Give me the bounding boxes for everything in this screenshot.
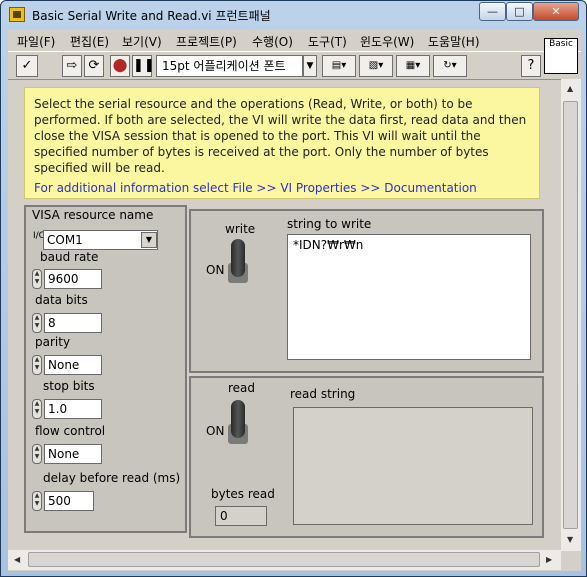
- bytes-read-indicator: 0: [215, 506, 267, 526]
- menu-operate[interactable]: 수행(O): [252, 33, 293, 50]
- menu-bar: 파일(F) 편집(E) 보기(V) 프로젝트(P) 수행(O) 도구(T) 윈도…: [8, 29, 581, 51]
- stop-bits-select[interactable]: 1.0: [44, 399, 102, 419]
- title-bar: Basic Serial Write and Read.vi 프런트패널 — □…: [1, 1, 586, 28]
- horizontal-scrollbar[interactable]: ◀ ▶: [8, 550, 561, 570]
- pause-icon[interactable]: ❚❚: [132, 55, 155, 77]
- data-bits-input[interactable]: 8: [44, 313, 102, 333]
- scroll-up-icon[interactable]: ▲: [567, 84, 573, 93]
- string-to-write-input[interactable]: *IDN?₩r₩n: [287, 234, 531, 360]
- vertical-scroll-thumb[interactable]: [563, 101, 578, 529]
- close-button[interactable]: ✕: [533, 2, 579, 21]
- align-objects-icon[interactable]: ▤▾: [322, 55, 356, 77]
- context-help-button[interactable]: ?: [521, 55, 541, 77]
- font-selector[interactable]: 15pt 어플리케이션 폰트: [156, 55, 303, 77]
- run-continuously-icon[interactable]: ⟳: [84, 55, 104, 77]
- menu-edit[interactable]: 편집(E): [70, 33, 109, 50]
- parity-label: parity: [35, 335, 71, 349]
- baud-rate-label: baud rate: [40, 250, 99, 264]
- menu-project[interactable]: 프로젝트(P): [176, 33, 237, 50]
- distribute-objects-icon[interactable]: ▧▾: [359, 55, 393, 77]
- front-panel: Select the serial resource and the opera…: [8, 79, 561, 551]
- write-cluster: write ON string to write *IDN?₩r₩n: [189, 209, 544, 373]
- scroll-right-icon[interactable]: ▶: [546, 555, 552, 564]
- reorder-icon[interactable]: ↻▾: [433, 55, 467, 77]
- scroll-left-icon[interactable]: ◀: [14, 555, 20, 564]
- menu-view[interactable]: 보기(V): [122, 33, 162, 50]
- read-label: read: [228, 381, 256, 395]
- run-arrow-icon[interactable]: ⇨: [62, 55, 82, 77]
- data-bits-label: data bits: [35, 293, 88, 307]
- client-area: 파일(F) 편집(E) 보기(V) 프로젝트(P) 수행(O) 도구(T) 윈도…: [8, 29, 581, 571]
- menu-window[interactable]: 윈도우(W): [360, 33, 414, 50]
- edit-mode-check-icon[interactable]: ✓: [16, 55, 38, 77]
- vi-icon: Basic: [544, 38, 578, 74]
- baud-rate-spinner-icon[interactable]: ▲ ▼: [32, 269, 42, 289]
- visa-resource-label: VISA resource name: [32, 208, 154, 222]
- scroll-down-icon[interactable]: ▼: [567, 535, 573, 544]
- documentation-link[interactable]: For additional information select File >…: [34, 181, 477, 195]
- stop-bits-label: stop bits: [43, 379, 95, 393]
- data-bits-spinner-icon[interactable]: ▲ ▼: [32, 313, 42, 333]
- minimize-button[interactable]: —: [479, 2, 506, 21]
- resize-objects-icon[interactable]: ▦▾: [396, 55, 430, 77]
- write-toggle-switch[interactable]: [231, 239, 245, 277]
- vertical-scrollbar[interactable]: ▲ ▼: [561, 79, 581, 551]
- window: Basic Serial Write and Read.vi 프런트패널 — □…: [0, 0, 587, 577]
- window-title: Basic Serial Write and Read.vi 프런트패널: [32, 9, 271, 23]
- menu-tools[interactable]: 도구(T): [308, 33, 347, 50]
- serial-settings-cluster: VISA resource name I/O COM1 ▼ baud rate …: [24, 205, 187, 533]
- read-string-indicator: [293, 407, 533, 525]
- menu-file[interactable]: 파일(F): [17, 33, 55, 50]
- delay-spinner-icon[interactable]: ▲ ▼: [32, 491, 42, 511]
- read-on-label: ON: [206, 424, 225, 438]
- read-string-label: read string: [290, 387, 356, 401]
- menu-help[interactable]: 도움말(H): [428, 33, 480, 50]
- description-text: Select the serial resource and the opera…: [34, 97, 527, 175]
- flow-control-select[interactable]: None: [44, 444, 102, 464]
- delay-before-read-label: delay before read (ms): [43, 471, 181, 485]
- labview-app-icon: [9, 7, 25, 22]
- string-to-write-label: string to write: [287, 217, 372, 231]
- toolbar: ✓ ⇨ ⟳ ⬤ ❚❚ 15pt 어플리케이션 폰트 ▼ ▤▾ ▧▾ ▦▾ ↻▾ …: [8, 51, 581, 80]
- font-dropdown-arrow-icon[interactable]: ▼: [303, 55, 317, 77]
- delay-before-read-input[interactable]: 500: [44, 491, 94, 511]
- abort-stop-icon[interactable]: ⬤: [110, 55, 130, 77]
- stop-bits-spinner-icon[interactable]: ▲ ▼: [32, 399, 42, 419]
- baud-rate-input[interactable]: 9600: [44, 269, 102, 289]
- vi-icon-label: Basic: [549, 39, 573, 49]
- parity-spinner-icon[interactable]: ▲ ▼: [32, 355, 42, 375]
- write-on-label: ON: [206, 263, 225, 277]
- read-cluster: read ON read string bytes read 0: [189, 376, 544, 538]
- visa-dropdown-icon[interactable]: ▼: [141, 232, 157, 248]
- parity-select[interactable]: None: [44, 355, 102, 375]
- flow-control-label: flow control: [35, 424, 106, 438]
- horizontal-scroll-thumb[interactable]: [28, 552, 540, 567]
- write-label: write: [225, 222, 256, 236]
- read-toggle-switch[interactable]: [231, 400, 245, 438]
- bytes-read-label: bytes read: [211, 487, 275, 501]
- maximize-button[interactable]: □: [506, 2, 533, 21]
- flow-control-spinner-icon[interactable]: ▲ ▼: [32, 444, 42, 464]
- description-note: Select the serial resource and the opera…: [24, 87, 540, 199]
